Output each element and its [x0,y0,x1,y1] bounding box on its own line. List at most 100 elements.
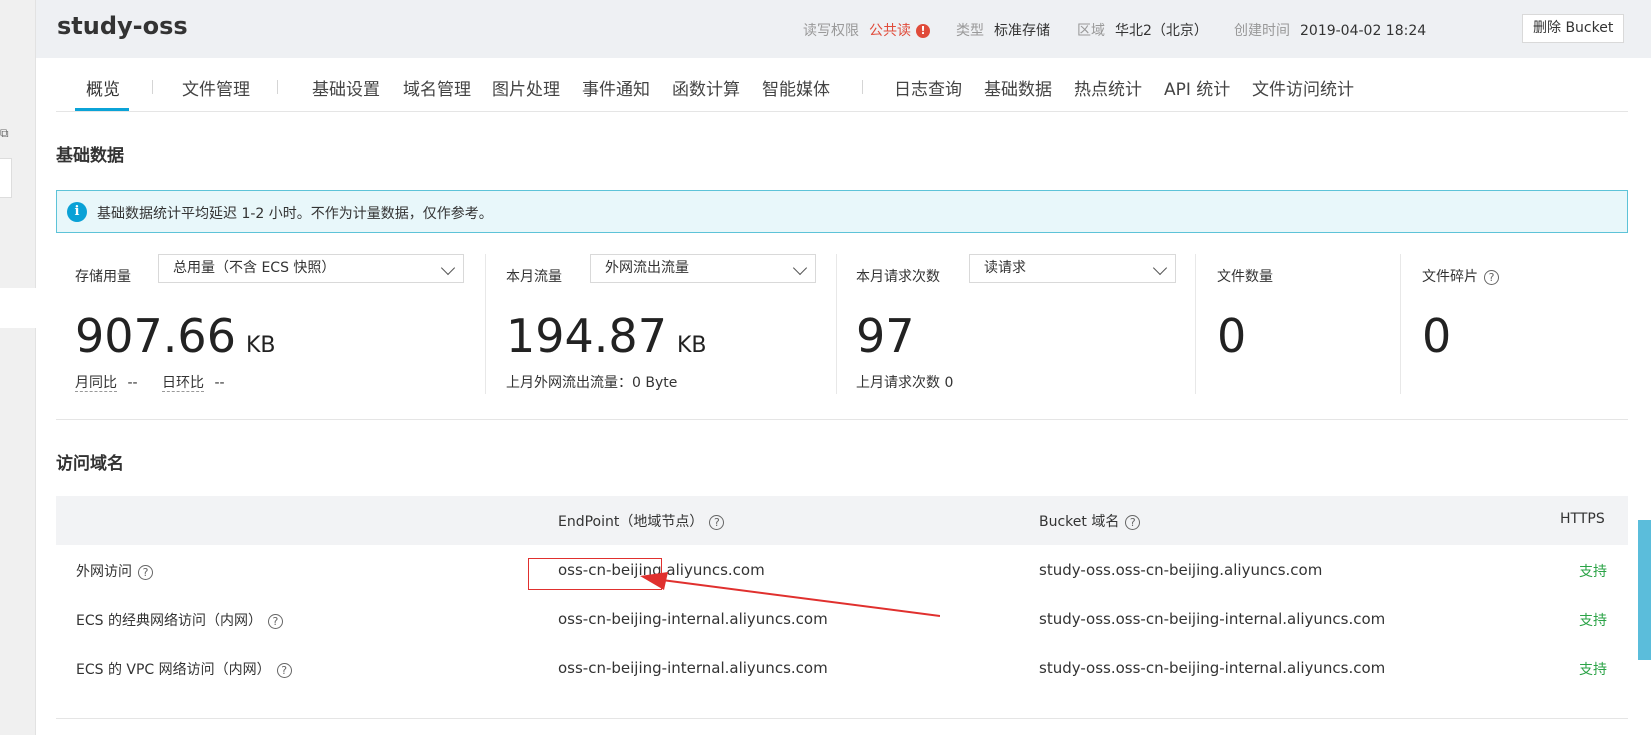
file-count-value: 0 [1217,309,1247,363]
fragments-card: 文件碎片? 0 [1422,254,1622,394]
left-nav-field[interactable] [0,158,12,198]
fragments-label-wrap: 文件碎片? [1422,266,1499,286]
mom-label[interactable]: 月同比 [75,375,117,392]
traffic-type-select[interactable]: 外网流出流量 [590,254,816,283]
traffic-last-month: 上月外网流出流量：0 Byte [506,375,678,391]
active-tab-indicator [75,108,129,111]
card-divider [1400,254,1401,394]
feedback-side-tab[interactable] [1638,520,1651,660]
bucket-title: study-oss [57,12,188,40]
requests-value: 97 [856,309,915,363]
acl-value: 公共读 [869,23,911,39]
card-divider [1195,254,1196,394]
delete-bucket-button[interactable]: 删除 Bucket [1522,14,1625,43]
created-label: 创建时间 [1234,23,1290,39]
tab-basic-settings[interactable]: 基础设置 [312,75,380,100]
acl-info: 读写权限 公共读! [803,20,930,40]
row-bucket-domain[interactable]: study-oss.oss-cn-beijing-internal.aliyun… [1039,659,1385,677]
col-bucket-domain: Bucket 域名? [1039,511,1141,531]
card-divider [836,254,837,394]
notice-text: 基础数据统计平均延迟 1-2 小时。不作为计量数据，仅作参考。 [97,206,493,222]
dod-label[interactable]: 日环比 [162,375,205,392]
row-bucket-domain[interactable]: study-oss.oss-cn-beijing.aliyuncs.com [1039,561,1322,579]
domains-table-header: EndPoint（地域节点）? Bucket 域名? HTTPS [56,496,1628,545]
bucket-header: study-oss 读写权限 公共读! 类型 标准存储 区域 华北2（北京） 创建时间… [36,0,1651,58]
table-bottom-divider [56,718,1628,719]
traffic-unit: KB [676,333,707,358]
created-info: 创建时间 2019-04-02 18:24 [1234,20,1426,40]
chevron-down-icon [1152,260,1168,276]
annotation-arrow-icon [640,572,940,617]
table-row: ECS 的 VPC 网络访问（内网）? oss-cn-beijing-inter… [56,644,1628,693]
acl-label: 读写权限 [803,23,859,39]
requests-last-month: 上月请求次数 0 [856,375,954,391]
question-circle-icon[interactable]: ? [276,663,292,678]
basic-data-title: 基础数据 [56,146,124,166]
requests-select-value: 读请求 [984,260,1026,276]
section-divider [56,419,1628,420]
fragments-value: 0 [1422,309,1452,363]
tab-divider [862,80,863,94]
tab-function-compute[interactable]: 函数计算 [672,75,740,100]
row-endpoint[interactable]: oss-cn-beijing-internal.aliyuncs.com [558,659,828,677]
storage-select-value: 总用量（不含 ECS 快照） [173,260,336,276]
storage-type-select[interactable]: 总用量（不含 ECS 快照） [158,254,464,283]
left-nav-collapsed: ⧉ [0,0,36,735]
question-circle-icon[interactable]: ? [138,565,153,580]
row-https: 支持 [1579,613,1607,629]
left-nav-item[interactable] [0,288,36,328]
region-label: 区域 [1077,23,1105,39]
bucket-tabs: 概览 文件管理 基础设置 域名管理 图片处理 事件通知 函数计算 智能媒体 日志… [56,58,1628,112]
mom-value: -- [127,375,138,391]
storage-value: 907.66 KB [75,309,276,363]
row-name: ECS 的 VPC 网络访问（内网）? [76,659,292,679]
tab-file-management[interactable]: 文件管理 [182,75,250,100]
region-value: 华北2（北京） [1115,23,1208,39]
tab-basic-data[interactable]: 基础数据 [984,75,1052,100]
traffic-select-value: 外网流出流量 [605,260,689,276]
dod-value: -- [214,375,225,391]
tab-overview[interactable]: 概览 [86,75,120,100]
row-https: 支持 [1579,662,1607,678]
region-info: 区域 华北2（北京） [1077,20,1208,40]
storage-label: 存储用量 [75,269,131,285]
tab-event-notification[interactable]: 事件通知 [582,75,650,100]
question-circle-icon[interactable]: ? [1125,515,1141,530]
traffic-value: 194.87 KB [506,309,707,363]
type-info: 类型 标准存储 [956,20,1050,40]
question-circle-icon[interactable]: ? [267,614,283,629]
info-notice: i 基础数据统计平均延迟 1-2 小时。不作为计量数据，仅作参考。 [56,190,1628,233]
row-bucket-domain[interactable]: study-oss.oss-cn-beijing-internal.aliyun… [1039,610,1385,628]
tab-intelligent-media[interactable]: 智能媒体 [762,75,830,100]
storage-unit: KB [245,333,276,358]
fragments-label: 文件碎片 [1422,269,1478,285]
question-circle-icon[interactable]: ? [1484,270,1499,285]
requests-card: 本月请求次数 读请求 97 上月请求次数 0 [856,254,1176,394]
storage-card: 存储用量 总用量（不含 ECS 快照） 907.66 KB 月同比 -- 日环比 … [75,254,475,394]
file-count-label: 文件数量 [1217,269,1273,285]
file-count-card: 文件数量 0 [1217,254,1397,394]
row-name: 外网访问? [76,561,153,581]
tab-api-stats[interactable]: API 统计 [1164,75,1230,100]
row-name: ECS 的经典网络访问（内网）? [76,610,283,630]
col-endpoint: EndPoint（地域节点）? [558,511,725,531]
tab-file-access-stats[interactable]: 文件访问统计 [1252,75,1354,100]
tab-domain-management[interactable]: 域名管理 [403,75,471,100]
requests-label: 本月请求次数 [856,269,940,285]
request-type-select[interactable]: 读请求 [969,254,1176,283]
tab-image-processing[interactable]: 图片处理 [492,75,560,100]
tab-divider [152,80,153,94]
domains-title: 访问域名 [56,454,124,474]
question-circle-icon[interactable]: ? [709,515,725,530]
chevron-down-icon [792,260,808,276]
card-divider [485,254,486,394]
tab-divider [277,80,278,94]
row-https: 支持 [1579,564,1607,580]
tab-log-query[interactable]: 日志查询 [894,75,962,100]
tab-hotspot-stats[interactable]: 热点统计 [1074,75,1142,100]
traffic-label: 本月流量 [506,269,562,285]
external-link-icon[interactable]: ⧉ [0,126,9,141]
traffic-card: 本月流量 外网流出流量 194.87 KB 上月外网流出流量：0 Byte [506,254,816,394]
exclamation-circle-icon: ! [916,24,930,38]
chevron-down-icon [440,260,456,276]
